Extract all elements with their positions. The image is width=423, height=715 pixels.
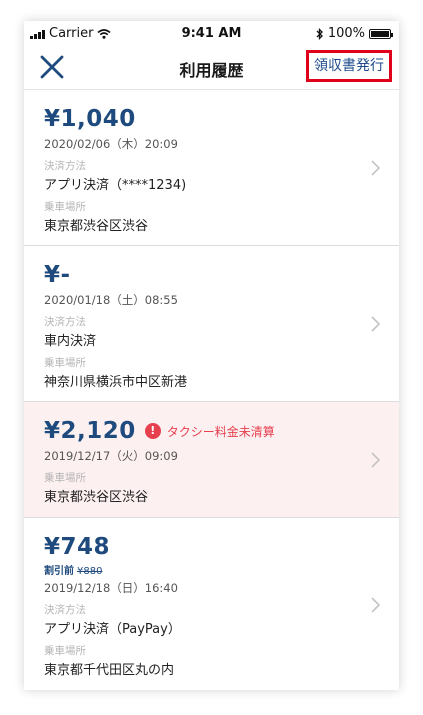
exclamation-circle-icon: ! xyxy=(144,423,161,439)
fare-amount: ¥2,120 xyxy=(44,418,136,444)
original-price: ¥880 xyxy=(77,566,103,577)
fare-amount: ¥1,040 xyxy=(44,106,136,132)
fare-amount: ¥- xyxy=(44,262,71,288)
status-right: 100% xyxy=(316,26,393,41)
battery-icon xyxy=(369,28,393,39)
list-item[interactable]: ¥1,040 2020/02/06（木）20:09 決済方法 アプリ決済（***… xyxy=(24,90,399,246)
ride-date: 2019/12/17（火）09:09 xyxy=(44,449,178,463)
pickup-location-value: 東京都渋谷区渋谷 xyxy=(44,219,149,234)
discount-label: 割引前 xyxy=(44,566,74,577)
phone-screen: Carrier 9:41 AM 100% 利用履歴 領収書発行 ¥1,040 2… xyxy=(24,21,399,690)
chevron-right-icon xyxy=(371,159,381,176)
payment-method-label: 決済方法 xyxy=(44,160,86,172)
status-bar: Carrier 9:41 AM 100% xyxy=(24,21,399,45)
payment-method-value: 車内決済 xyxy=(44,334,97,349)
receipt-issue-button[interactable]: 領収書発行 xyxy=(306,50,392,82)
payment-method-label: 決済方法 xyxy=(44,604,86,616)
ride-date: 2020/01/18（土）08:55 xyxy=(44,293,178,307)
payment-method-value: アプリ決済（****1234) xyxy=(44,178,187,193)
unpaid-warning-text: タクシー料金未清算 xyxy=(166,424,275,439)
list-item[interactable]: ¥2,120 ! タクシー料金未清算 2019/12/17（火）09:09 乗車… xyxy=(24,402,399,518)
pickup-location-label: 乗車場所 xyxy=(44,645,86,657)
ride-date: 2020/02/06（木）20:09 xyxy=(44,137,178,151)
pickup-location-label: 乗車場所 xyxy=(44,201,86,213)
navigation-bar: 利用履歴 領収書発行 xyxy=(24,45,399,90)
list-item[interactable]: ¥748 割引前 ¥880 2019/12/18（日）16:40 決済方法 アプリ… xyxy=(24,518,399,690)
pickup-location-label: 乗車場所 xyxy=(44,357,86,369)
unpaid-warning[interactable]: ! タクシー料金未清算 xyxy=(144,423,275,440)
discount-info: 割引前 ¥880 xyxy=(44,562,379,577)
pickup-location-value: 東京都千代田区丸の内 xyxy=(44,663,175,678)
list-item[interactable]: ¥- 2020/01/18（土）08:55 決済方法 車内決済 乗車場所 神奈川… xyxy=(24,246,399,402)
chevron-right-icon xyxy=(371,315,381,332)
pickup-location-label: 乗車場所 xyxy=(44,472,86,484)
pickup-location-value: 東京都渋谷区渋谷 xyxy=(44,490,149,505)
chevron-right-icon xyxy=(371,451,381,468)
fare-amount: ¥748 xyxy=(44,534,111,560)
usage-history-list: ¥1,040 2020/02/06（木）20:09 決済方法 アプリ決済（***… xyxy=(24,90,399,690)
payment-method-value: アプリ決済（PayPay） xyxy=(44,622,181,637)
ride-date: 2019/12/18（日）16:40 xyxy=(44,581,178,595)
bluetooth-icon xyxy=(316,27,323,40)
pickup-location-value: 神奈川県横浜市中区新港 xyxy=(44,375,188,390)
chevron-right-icon xyxy=(371,596,381,613)
payment-method-label: 決済方法 xyxy=(44,316,86,328)
battery-percent: 100% xyxy=(327,26,365,41)
